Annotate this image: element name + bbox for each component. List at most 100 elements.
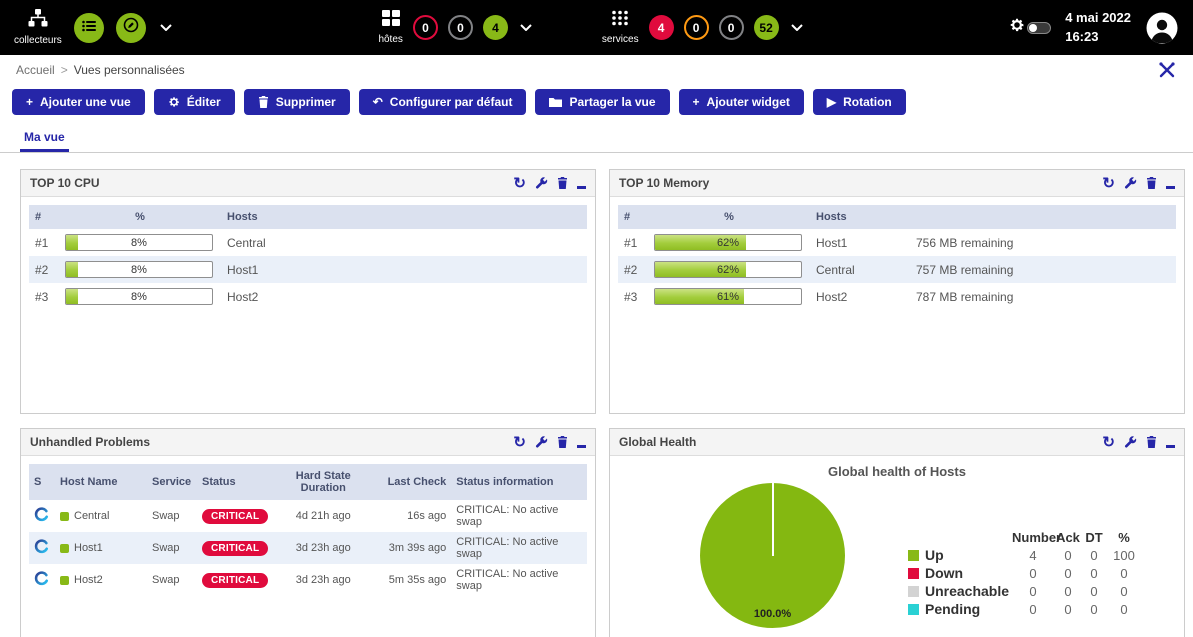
bar-label: 8% — [66, 289, 212, 305]
refresh-icon[interactable]: ↻ — [513, 435, 526, 450]
host-name[interactable]: Host1 — [221, 256, 587, 283]
host-name[interactable]: Host1 — [810, 229, 910, 256]
breadcrumb-home-link[interactable]: Accueil — [16, 63, 55, 77]
status-badge: CRITICAL — [202, 573, 268, 588]
centreon-service-icon — [34, 513, 49, 525]
trash-icon[interactable] — [1146, 177, 1157, 189]
toggle-track — [1027, 22, 1051, 34]
services-ok-badge[interactable]: 52 — [754, 15, 779, 40]
legend-label: Down — [925, 565, 963, 581]
table-row: #3 8% Host2 — [29, 283, 587, 310]
services-warning-badge[interactable]: 0 — [684, 15, 709, 40]
trash-icon[interactable] — [1146, 436, 1157, 448]
table-row: #2 8% Host1 — [29, 256, 587, 283]
share-view-button[interactable]: Partager la vue — [535, 89, 669, 115]
wrench-icon[interactable] — [1124, 177, 1137, 190]
hosts-up-badge[interactable]: 4 — [483, 15, 508, 40]
minimize-icon[interactable] — [577, 436, 586, 448]
legend-color-square — [908, 604, 919, 615]
pollers-menu[interactable]: collecteurs — [14, 9, 62, 46]
widget-title: Unhandled Problems — [30, 435, 150, 449]
view-toolbar: + Ajouter une vue Éditer Supprimer ↶ Con… — [0, 85, 1193, 123]
tab-ma-vue[interactable]: Ma vue — [20, 123, 69, 152]
table-row: #2 62% Central 757 MB remaining — [618, 256, 1176, 283]
host-name[interactable]: Central — [810, 256, 910, 283]
hosts-unreachable-badge[interactable]: 0 — [448, 15, 473, 40]
service-name[interactable]: Swap — [147, 532, 197, 564]
legend-number: 0 — [1012, 584, 1054, 599]
hosts-menu[interactable]: hôtes — [378, 10, 402, 45]
add-widget-button[interactable]: + Ajouter widget — [679, 89, 804, 115]
wrench-icon[interactable] — [535, 177, 548, 190]
hosts-down-badge[interactable]: 0 — [413, 15, 438, 40]
rank-cell: #3 — [29, 283, 59, 310]
column-header: % — [648, 205, 810, 229]
legend-row-up: Up 4 0 0 100 — [908, 546, 1142, 564]
legend-color-square — [908, 550, 919, 561]
host-status-square — [60, 576, 69, 585]
status-badge: CRITICAL — [202, 509, 268, 524]
services-unknown-badge[interactable]: 0 — [719, 15, 744, 40]
host-name[interactable]: Host2 — [221, 283, 587, 310]
pie-divider — [772, 483, 774, 556]
refresh-icon[interactable]: ↻ — [1102, 435, 1115, 450]
host-name[interactable]: Central — [74, 510, 109, 522]
breadcrumb-current: Vues personnalisées — [74, 63, 185, 77]
theme-toggle[interactable] — [1009, 17, 1051, 38]
poller-list-button[interactable] — [74, 13, 104, 43]
trash-icon[interactable] — [557, 177, 568, 189]
host-name[interactable]: Host1 — [74, 542, 103, 554]
hosts-health-pie-chart[interactable]: 100.0% — [700, 483, 845, 628]
bar-label: 8% — [66, 235, 212, 251]
cpu-usage-bar: 8% — [65, 234, 213, 251]
column-header: Status information — [451, 464, 587, 500]
wrench-icon[interactable] — [535, 436, 548, 449]
button-label: Supprimer — [276, 95, 336, 109]
bar-label: 61% — [655, 289, 801, 305]
host-name[interactable]: Host2 — [810, 283, 910, 310]
problems-table: S Host Name Service Status Hard State Du… — [29, 464, 587, 596]
edit-view-button[interactable]: Éditer — [154, 89, 235, 115]
minimize-icon[interactable] — [577, 177, 586, 189]
rank-cell: #3 — [618, 283, 648, 310]
set-default-view-button[interactable]: ↶ Configurer par défaut — [359, 89, 527, 115]
host-status-square — [60, 512, 69, 521]
minimize-icon[interactable] — [1166, 177, 1175, 189]
refresh-icon[interactable]: ↻ — [513, 176, 526, 191]
last-check: 5m 35s ago — [373, 564, 451, 596]
trash-icon — [258, 96, 269, 108]
table-row: Central Swap CRITICAL 4d 21h ago 16s ago… — [29, 500, 587, 532]
services-chevron-down-icon[interactable] — [791, 24, 803, 31]
hosts-chevron-down-icon[interactable] — [520, 24, 532, 31]
current-time: 16:23 — [1065, 28, 1131, 47]
host-name[interactable]: Central — [221, 229, 587, 256]
memory-usage-bar: 62% — [654, 234, 802, 251]
wrench-icon[interactable] — [1124, 436, 1137, 449]
host-name[interactable]: Host2 — [74, 574, 103, 586]
table-row: #1 62% Host1 756 MB remaining — [618, 229, 1176, 256]
services-menu[interactable]: services — [602, 10, 639, 45]
trash-icon[interactable] — [557, 436, 568, 448]
tools-icon[interactable] — [1157, 60, 1177, 80]
rank-cell: #1 — [29, 229, 59, 256]
rotation-button[interactable]: ▶ Rotation — [813, 89, 906, 115]
button-label: Éditer — [187, 95, 221, 109]
delete-view-button[interactable]: Supprimer — [244, 89, 350, 115]
button-label: Ajouter une vue — [40, 95, 131, 109]
service-name[interactable]: Swap — [147, 500, 197, 532]
refresh-icon[interactable]: ↻ — [1102, 176, 1115, 191]
hosts-status-group: hôtes 0 0 4 — [378, 10, 531, 45]
column-header — [910, 205, 1176, 229]
status-information: CRITICAL: No active swap — [451, 564, 587, 596]
add-view-button[interactable]: + Ajouter une vue — [12, 89, 145, 115]
user-avatar[interactable] — [1145, 11, 1179, 45]
services-status-group: services 4 0 0 52 — [602, 10, 803, 45]
pollers-chevron-down-icon[interactable] — [160, 24, 172, 31]
legend-label: Pending — [925, 601, 980, 617]
table-row: Host1 Swap CRITICAL 3d 23h ago 3m 39s ag… — [29, 532, 587, 564]
breadcrumb: Accueil > Vues personnalisées — [0, 55, 1193, 85]
minimize-icon[interactable] — [1166, 436, 1175, 448]
poller-configuration-button[interactable] — [116, 13, 146, 43]
service-name[interactable]: Swap — [147, 564, 197, 596]
services-critical-badge[interactable]: 4 — [649, 15, 674, 40]
